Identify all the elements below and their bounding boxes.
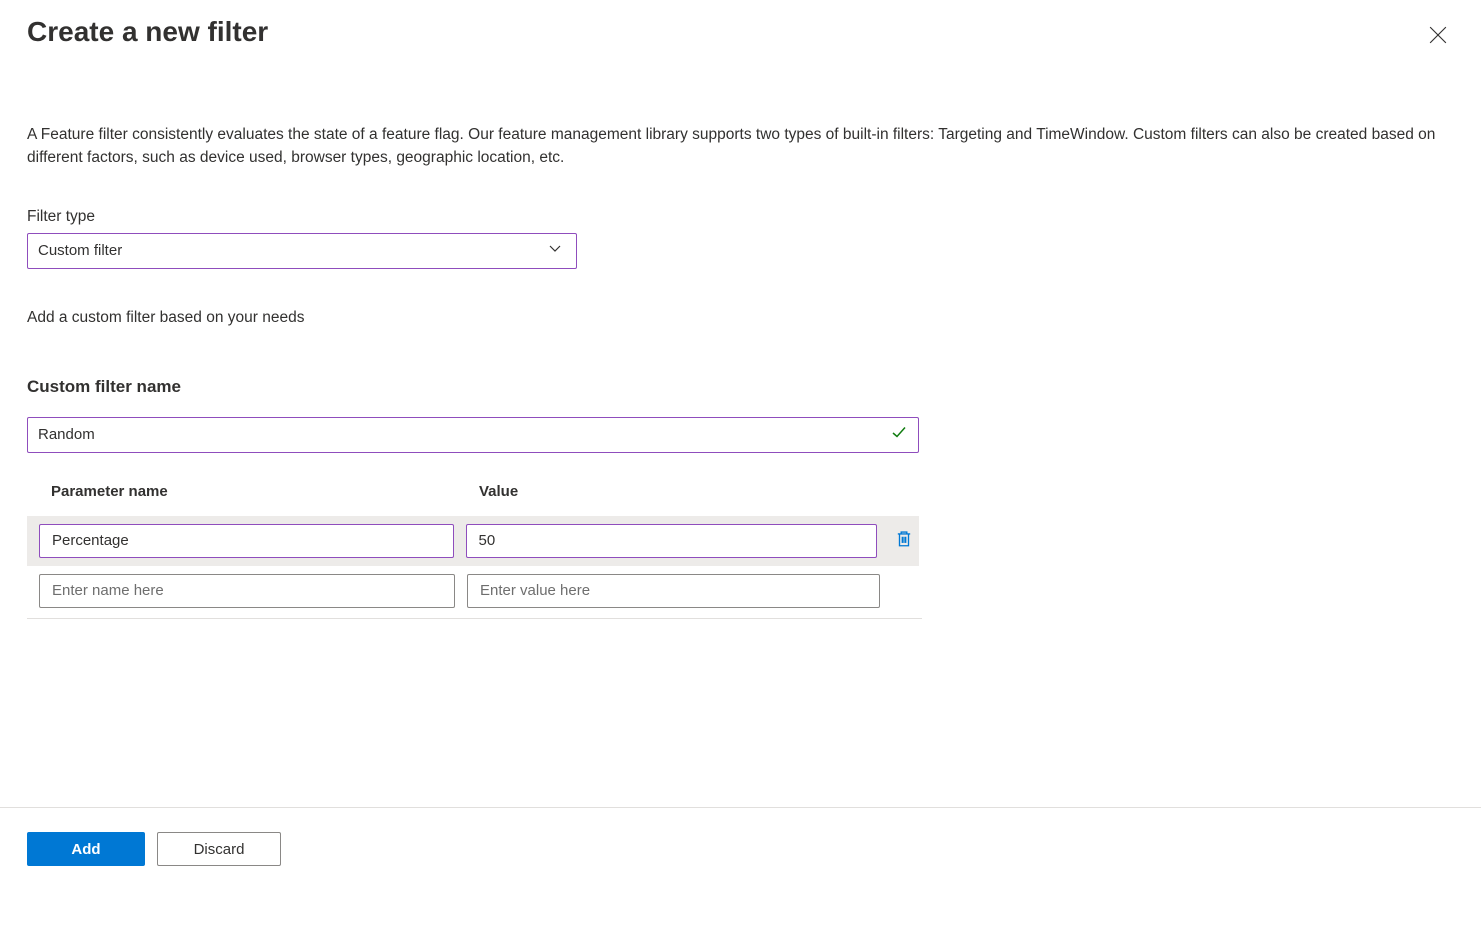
filter-type-value: Custom filter [38, 242, 122, 259]
helper-text: Add a custom filter based on your needs [27, 309, 1454, 327]
filter-type-label: Filter type [27, 208, 1454, 226]
check-icon [891, 424, 907, 445]
custom-filter-name-input[interactable] [27, 417, 919, 453]
description-text: A Feature filter consistently evaluates … [27, 123, 1454, 170]
delete-row-button[interactable] [889, 524, 919, 557]
close-icon [1429, 26, 1447, 47]
table-row [27, 516, 919, 566]
page-title: Create a new filter [27, 16, 268, 48]
param-value-input[interactable] [466, 524, 878, 558]
param-name-header: Parameter name [51, 483, 479, 500]
footer: Add Discard [0, 807, 1481, 866]
param-value-header: Value [479, 483, 518, 500]
table-divider [27, 618, 922, 619]
discard-button[interactable]: Discard [157, 832, 281, 866]
close-button[interactable] [1425, 22, 1451, 51]
param-name-input[interactable] [39, 524, 454, 558]
custom-filter-name-label: Custom filter name [27, 377, 1454, 397]
param-value-input-empty[interactable] [467, 574, 880, 608]
param-name-input-empty[interactable] [39, 574, 455, 608]
add-button[interactable]: Add [27, 832, 145, 866]
filter-type-select[interactable]: Custom filter [27, 233, 577, 269]
table-row [27, 566, 919, 616]
trash-icon [895, 530, 913, 551]
parameters-table: Parameter name Value [27, 483, 919, 619]
